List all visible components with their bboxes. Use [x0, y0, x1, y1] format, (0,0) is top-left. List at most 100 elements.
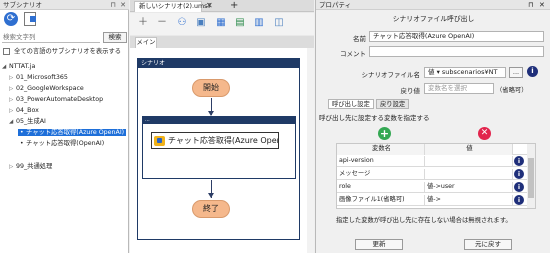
screen-icon[interactable]: ▤ [233, 16, 247, 30]
table-row[interactable]: api-version i [337, 156, 527, 167]
close-icon[interactable]: ✕ [539, 0, 545, 10]
close-tab-icon[interactable]: ✕ [206, 1, 213, 11]
variable-value-cell[interactable]: 値-> [425, 195, 513, 206]
variable-value-cell[interactable] [425, 156, 513, 167]
variable-name-cell[interactable]: api-version [337, 156, 425, 167]
return-value-select[interactable]: 変数名を選択 [424, 83, 494, 94]
tab-return-settings[interactable]: 戻り設定 [376, 99, 410, 109]
scenario-file-value: subscenarios¥NT [441, 68, 498, 76]
scenario-file-label: シナリオファイル名 [361, 71, 421, 79]
scenario-editor: 新しいシナリオ(2).ums7 ✕ + ＋ － ⚇ ▣ ▦ ▤ ▥ ◫ メイン … [130, 0, 314, 253]
properties-title: プロパティ [316, 0, 550, 10]
group-container[interactable]: ... チャット応答取得(Azure OpenA... [142, 116, 296, 179]
add-tab-icon[interactable]: + [230, 0, 238, 11]
tree-item-selected[interactable]: • チャット応答取得(Azure OpenAI) [18, 129, 127, 136]
info-icon[interactable]: i [527, 66, 538, 77]
refresh-icon[interactable]: ⟳ [4, 12, 18, 26]
variable-value-cell[interactable] [425, 169, 513, 180]
show-all-languages-option[interactable]: 全ての言語のサブシナリオを表示する [3, 47, 127, 57]
info-icon[interactable]: i [514, 195, 524, 205]
tree-item-label: 03_PowerAutomateDesktop [16, 96, 104, 103]
chevron-down-icon[interactable]: ◢ [2, 62, 9, 73]
tab-main[interactable]: メイン [135, 37, 157, 48]
tree-item-label: チャット応答取得(Azure OpenAI) [26, 129, 125, 136]
variable-value-cell[interactable]: 値->user [425, 182, 513, 193]
variable-grid: 変数名 値 api-version i メッセージ i role 値->user… [336, 143, 536, 209]
editor-toolbar: ＋ － ⚇ ▣ ▦ ▤ ▥ ◫ [130, 13, 314, 35]
tree-item-folder[interactable]: ▷ 03_PowerAutomateDesktop [2, 94, 127, 105]
grid-scrollbar-thumb[interactable] [528, 158, 534, 198]
tree-item-label: 01_Microsoft365 [16, 74, 68, 81]
sheet-tabbar: メイン [130, 36, 314, 48]
info-icon[interactable]: i [514, 156, 524, 166]
close-icon[interactable]: ✕ [118, 0, 128, 10]
end-node[interactable]: 終了 [192, 200, 230, 218]
chevron-down-icon[interactable]: ◢ [9, 117, 16, 128]
info-icon[interactable]: i [514, 169, 524, 179]
show-all-languages-label: 全ての言語のサブシナリオを表示する [14, 48, 122, 55]
grid-icon[interactable]: ▦ [214, 16, 228, 30]
scenario-call-icon [154, 136, 165, 146]
action-node-label: チャット応答取得(Azure OpenA... [168, 136, 278, 145]
grid-header-row: 変数名 値 [337, 144, 527, 155]
info-icon[interactable]: i [514, 182, 524, 192]
call-subscenario-node[interactable]: チャット応答取得(Azure OpenA... [151, 132, 279, 149]
image-icon[interactable]: ▣ [194, 16, 208, 30]
layout-icon[interactable]: ▥ [252, 16, 266, 30]
pin-icon[interactable]: ⊓ [528, 0, 533, 10]
tree-item-root[interactable]: ◢ NTTAT.ja [2, 61, 127, 72]
tree-item-label: 04_Box [16, 107, 39, 114]
tab-call-settings[interactable]: 呼び出し設定 [328, 99, 374, 109]
tree-item-subscenario[interactable]: • チャット応答取得(Azure OpenAI) [2, 127, 127, 138]
tree-item-folder[interactable]: ◢ 05_生成AI [2, 116, 127, 127]
search-button[interactable]: 検索 [103, 32, 127, 43]
tree-item-label: NTTAT.ja [9, 63, 36, 70]
column-header-variable: 変数名 [337, 144, 425, 155]
subscenario-tree: ◢ NTTAT.ja ▷ 01_Microsoft365 ▷ 02_GoogleWor… [2, 61, 127, 172]
tab-scenario-file[interactable]: 新しいシナリオ(2).ums7 [134, 1, 211, 12]
scenario-frame-label: シナリオ [138, 59, 299, 68]
search-input[interactable] [2, 32, 100, 43]
tree-item-folder[interactable]: ▷ 99_共通処理 [2, 161, 127, 172]
restore-button[interactable]: 元に戻す [464, 239, 512, 250]
scenario-file-field[interactable]: 値 ▾ subscenarios¥NT [424, 67, 506, 78]
tree-item-subscenario[interactable]: • チャット応答取得(OpenAI) [2, 138, 127, 149]
tree-item-folder[interactable]: ▷ 01_Microsoft365 [2, 72, 127, 83]
start-node[interactable]: 開始 [192, 79, 230, 97]
open-subscenario-icon[interactable] [24, 12, 36, 26]
group-label: ... [143, 117, 295, 124]
pin-icon[interactable]: ⊓ [108, 0, 118, 10]
browse-button[interactable]: ... [509, 67, 523, 78]
value-mode: 値 [428, 68, 435, 76]
table-row[interactable]: 画像ファイル1(省略可) 値-> i [337, 195, 527, 206]
show-all-languages-checkbox[interactable] [3, 48, 10, 55]
tree-item-folder[interactable]: ▷ 02_GoogleWorkspace [2, 83, 127, 94]
update-button[interactable]: 更新 [355, 239, 403, 250]
optional-note: （省略可） [496, 87, 528, 94]
subscenario-panel: サブシナリオ ⊓ ✕ ⟳ 検索 全ての言語のサブシナリオを表示する ◢NTTAT… [0, 0, 129, 253]
tree-item-label: 02_GoogleWorkspace [16, 85, 84, 92]
variable-name-cell[interactable]: メッセージ [337, 169, 425, 180]
zoom-in-icon[interactable]: ＋ [136, 16, 150, 30]
tree-item-folder[interactable]: ▷ 04_Box [2, 105, 127, 116]
name-field[interactable]: チャット応答取得(Azure OpenAI) [369, 31, 544, 42]
window-icon[interactable]: ◫ [272, 16, 286, 30]
table-row[interactable]: メッセージ i [337, 169, 527, 180]
name-label: 名前 [353, 35, 366, 43]
document-tabbar: 新しいシナリオ(2).ums7 ✕ + [130, 0, 314, 12]
comment-field[interactable] [369, 46, 544, 57]
table-row[interactable]: role 値->user i [337, 182, 527, 193]
help-text: 呼び出し先に設定する変数を指定する [319, 114, 430, 122]
zoom-out-icon[interactable]: － [155, 16, 169, 30]
search-row: 検索 [2, 32, 127, 43]
flow-canvas[interactable]: シナリオ 開始 ... チャット応答取得(Azure OpenA... 終了 [130, 48, 314, 253]
delete-row-icon[interactable]: ✕ [478, 127, 491, 140]
tree-item-label: チャット応答取得(OpenAI) [26, 140, 105, 147]
variable-name-cell[interactable]: 画像ファイル1(省略可) [337, 195, 425, 206]
chevron-right-icon[interactable]: ▷ [9, 162, 16, 173]
comment-label: コメント [340, 50, 366, 58]
user-icon[interactable]: ⚇ [175, 16, 189, 30]
add-row-icon[interactable]: + [378, 127, 391, 140]
variable-name-cell[interactable]: role [337, 182, 425, 193]
vertical-scrollbar[interactable] [307, 48, 314, 253]
